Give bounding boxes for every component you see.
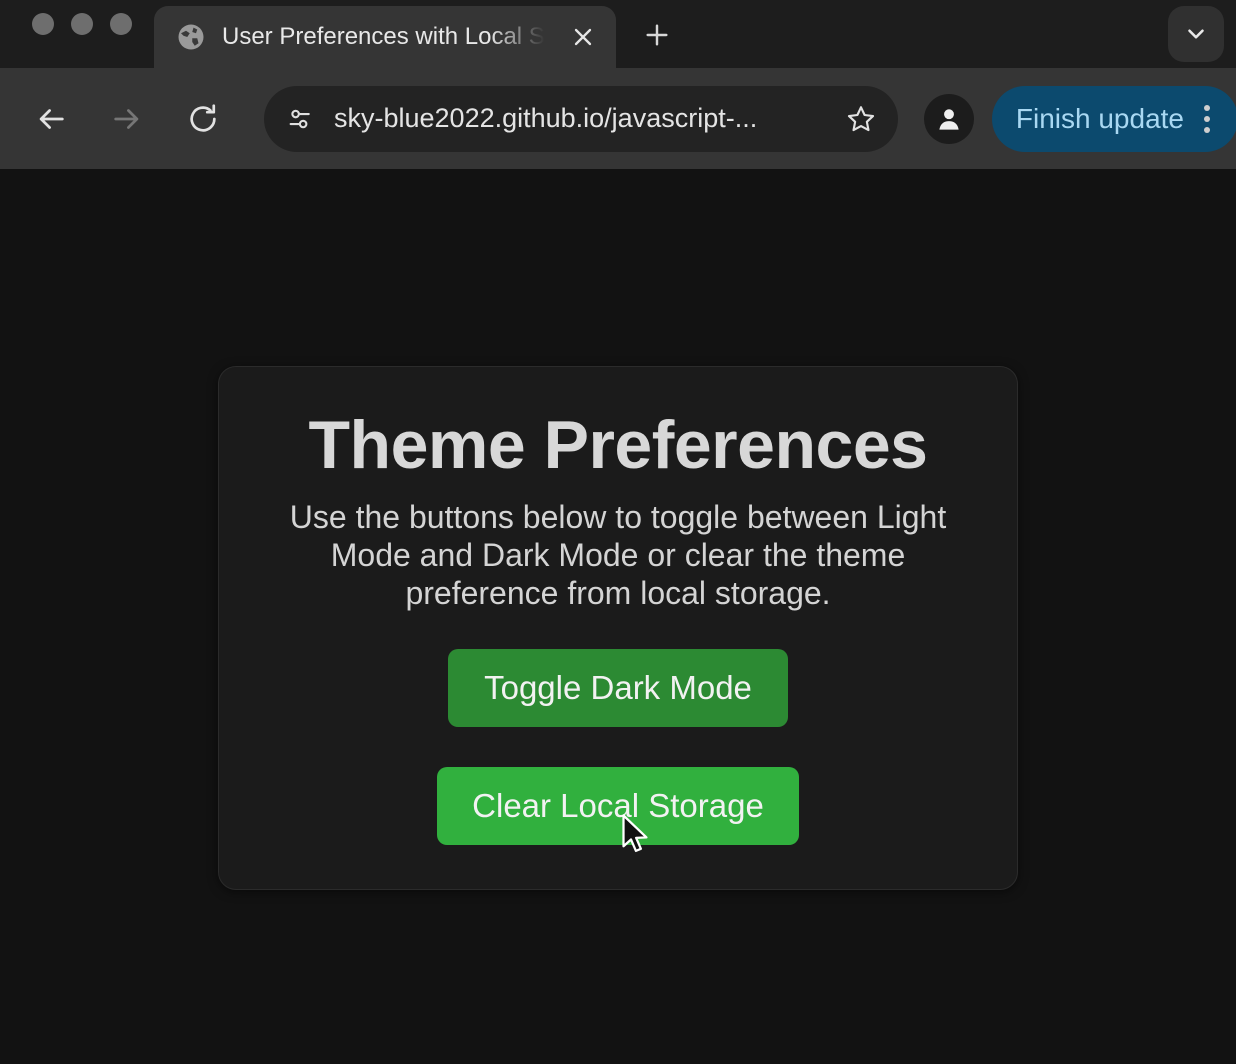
theme-preferences-card: Theme Preferences Use the buttons below … bbox=[218, 366, 1018, 891]
reload-icon bbox=[190, 103, 216, 132]
close-icon[interactable] bbox=[564, 18, 602, 56]
chevron-down-icon bbox=[1188, 29, 1204, 39]
page-title: Theme Preferences bbox=[308, 407, 928, 483]
browser-toolbar: sky-blue2022.github.io/javascript-... Fi… bbox=[0, 68, 1236, 169]
back-arrow-icon bbox=[39, 108, 64, 129]
page-content: Theme Preferences Use the buttons below … bbox=[0, 169, 1236, 1064]
clear-local-storage-button[interactable]: Clear Local Storage bbox=[437, 767, 799, 846]
tune-icon[interactable] bbox=[276, 95, 324, 143]
window-minimize-button[interactable] bbox=[71, 13, 93, 35]
window-close-button[interactable] bbox=[32, 13, 54, 35]
profile-avatar[interactable] bbox=[923, 93, 974, 144]
forward-arrow-icon bbox=[114, 108, 139, 129]
finish-update-button[interactable]: Finish update bbox=[991, 85, 1236, 152]
browser-tab[interactable]: User Preferences with Local S bbox=[154, 6, 616, 68]
kebab-menu-icon[interactable] bbox=[1190, 94, 1224, 144]
star-icon[interactable] bbox=[838, 96, 884, 142]
reload-button[interactable] bbox=[176, 92, 230, 146]
back-button[interactable] bbox=[24, 92, 78, 146]
tab-title: User Preferences with Local S bbox=[222, 23, 545, 50]
new-tab-button[interactable] bbox=[632, 10, 682, 60]
window-maximize-button[interactable] bbox=[110, 13, 132, 35]
tab-strip: User Preferences with Local S bbox=[0, 0, 1236, 68]
page-description: Use the buttons below to toggle between … bbox=[289, 499, 947, 611]
url-text: sky-blue2022.github.io/javascript-... bbox=[334, 103, 758, 133]
profile-avatar-icon bbox=[939, 108, 959, 130]
browser-window: User Preferences with Local S sky-blue20… bbox=[0, 0, 1236, 1064]
address-bar[interactable]: sky-blue2022.github.io/javascript-... bbox=[264, 85, 898, 152]
window-controls bbox=[0, 0, 132, 68]
globe-icon bbox=[176, 22, 206, 52]
finish-update-label: Finish update bbox=[1015, 102, 1184, 134]
tab-search-button[interactable] bbox=[1168, 6, 1224, 62]
forward-button[interactable] bbox=[100, 92, 154, 146]
toggle-dark-mode-button[interactable]: Toggle Dark Mode bbox=[448, 649, 788, 728]
